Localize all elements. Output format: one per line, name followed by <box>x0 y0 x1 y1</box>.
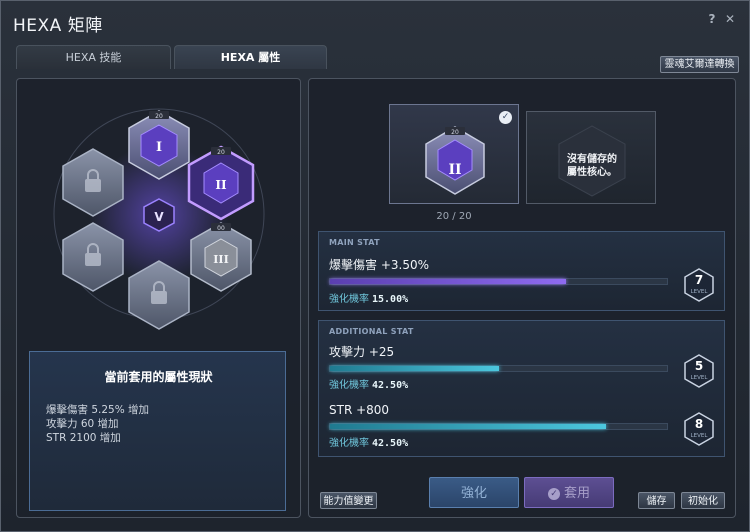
title-bar[interactable]: HEXA 矩陣 ? ✕ <box>1 1 750 43</box>
tab-hexa-skill[interactable]: HEXA 技能 <box>16 45 171 69</box>
current-status-line-attack: 攻擊力 60 增加 <box>46 418 119 430</box>
additional-stat-2-probability-label: 強化機率 <box>329 438 369 449</box>
main-stat-block: MAIN STAT 爆擊傷害 +3.50% 強化機率 15.00% 7 LEVEL <box>318 231 725 311</box>
check-circle-icon: ✓ <box>547 487 560 500</box>
window-title: HEXA 矩陣 <box>13 16 103 36</box>
additional-stat-2-probability: 強化機率 42.50% <box>329 434 408 449</box>
core-top-level: 20 <box>155 113 163 120</box>
sol-erda-convert-button[interactable]: 靈魂艾爾達轉換 <box>660 56 739 73</box>
change-stats-button[interactable]: 能力值變更 <box>320 492 377 509</box>
selected-core-glyph: II <box>448 162 461 178</box>
additional-stat-2-probability-value: 42.50% <box>372 438 409 449</box>
additional-stat-2-progress-bar <box>329 423 668 430</box>
empty-card-text-line1: 沒有儲存的 <box>567 152 617 165</box>
additional-stat-1-name: 攻擊力 +25 <box>329 345 395 359</box>
additional-stat-1-progress-bar <box>329 365 668 372</box>
tab-hexa-stat[interactable]: HEXA 屬性 <box>174 45 327 69</box>
hexa-matrix-window: HEXA 矩陣 ? ✕ HEXA 技能 HEXA 屬性 靈魂艾爾達轉換 I 20… <box>0 0 750 532</box>
main-stat-probability-value: 15.00% <box>372 294 409 305</box>
enhance-button[interactable]: 強化 <box>429 477 519 508</box>
empty-core-graphic: 沒有儲存的 屬性核心。 <box>558 125 626 197</box>
help-icon[interactable]: ? <box>705 12 719 26</box>
main-stat-level-badge: 7 LEVEL <box>682 268 716 302</box>
additional-stat-1-probability-value: 42.50% <box>372 380 409 391</box>
additional-stat-header: ADDITIONAL STAT <box>329 327 414 336</box>
core-count: 20 / 20 <box>436 211 472 222</box>
main-stat-header: MAIN STAT <box>329 238 380 247</box>
hex-grid-graphic: I 20 II 20 V III 00 <box>53 108 265 330</box>
current-status-line-crit-damage: 爆擊傷害 5.25% 增加 <box>46 404 150 416</box>
apply-button-label: 套用 <box>563 486 590 501</box>
additional-stat-1-level-badge: 5 LEVEL <box>682 354 716 388</box>
additional-stat-1-probability-label: 強化機率 <box>329 380 369 391</box>
additional-stat-2-level: 8 <box>694 417 704 431</box>
additional-stat-1-level: 5 <box>694 359 704 373</box>
additional-stat-2-level-word: LEVEL <box>690 433 708 439</box>
selected-core-card[interactable]: ✓ II 20 <box>389 104 519 204</box>
main-stat-level: 7 <box>694 273 704 287</box>
main-stat-progress-bar <box>329 278 668 285</box>
additional-stat-2-level-badge: 8 LEVEL <box>682 412 716 446</box>
core-lower-right-glyph: III <box>213 253 228 266</box>
current-status-line-str: STR 2100 增加 <box>46 432 121 444</box>
main-stat-probability-label: 強化機率 <box>329 294 369 305</box>
current-status-title: 當前套用的屬性現狀 <box>104 370 213 384</box>
reset-button[interactable]: 初始化 <box>681 492 725 509</box>
core-lower-right-level: 00 <box>217 225 225 232</box>
additional-stat-1-level-word: LEVEL <box>690 375 708 381</box>
center-core: V <box>143 198 175 232</box>
current-stat-status-box: 當前套用的屬性現狀 爆擊傷害 5.25% 增加 攻擊力 60 增加 STR 21… <box>29 351 286 511</box>
core-top-glyph: I <box>156 140 162 155</box>
selected-core-graphic: II 20 <box>425 126 485 195</box>
apply-button[interactable]: ✓ 套用 <box>524 477 614 508</box>
empty-core-card[interactable]: 沒有儲存的 屬性核心。 <box>526 111 656 204</box>
close-icon[interactable]: ✕ <box>723 12 737 26</box>
main-stat-name: 爆擊傷害 +3.50% <box>329 258 429 272</box>
save-button[interactable]: 儲存 <box>638 492 675 509</box>
main-stat-probability: 強化機率 15.00% <box>329 290 408 305</box>
core-upper-right-level: 20 <box>217 149 225 156</box>
main-stat-progress-fill <box>330 279 566 284</box>
main-stat-level-word: LEVEL <box>690 289 708 295</box>
additional-stat-block: ADDITIONAL STAT 攻擊力 +25 強化機率 42.50% 5 LEV… <box>318 320 725 457</box>
additional-stat-2-progress-fill <box>330 424 607 429</box>
additional-stat-1-probability: 強化機率 42.50% <box>329 376 408 391</box>
center-core-symbol: V <box>154 210 164 224</box>
core-upper-right-glyph: II <box>215 178 227 192</box>
empty-card-text-line2: 屬性核心。 <box>567 165 617 178</box>
additional-stat-1-progress-fill <box>330 366 499 371</box>
selected-core-level: 20 <box>451 129 459 136</box>
additional-stat-2-name: STR +800 <box>329 403 390 417</box>
hex-core-grid: I 20 II 20 V III 00 <box>31 101 291 336</box>
